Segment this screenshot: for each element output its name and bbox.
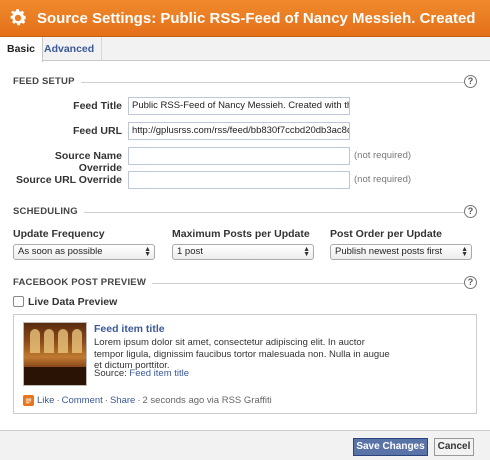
max-posts-value: 1 post	[177, 246, 203, 257]
separator: ·	[137, 395, 141, 406]
divider	[13, 82, 472, 83]
source-url-note: (not required)	[354, 174, 412, 185]
max-posts-label: Maximum Posts per Update	[172, 228, 310, 240]
update-frequency-value: As soon as possible	[18, 246, 103, 257]
thumbnail-detail	[24, 367, 86, 385]
like-link[interactable]: Like	[37, 395, 54, 406]
help-icon[interactable]: ?	[464, 75, 477, 88]
feed-url-input[interactable]: http://gplusrss.com/rss/feed/bb830f7ccbd…	[128, 122, 350, 140]
select-arrows-icon: ▲ ▼	[303, 246, 310, 258]
separator: ·	[56, 395, 60, 406]
source-url-override-label: Source URL Override	[15, 174, 122, 186]
feed-url-label: Feed URL	[72, 125, 122, 137]
scheduling-header: SCHEDULING ?	[0, 205, 490, 219]
scheduling-heading: SCHEDULING	[13, 205, 84, 219]
post-preview-card: Feed item title Lorem ipsum dolor sit am…	[13, 314, 477, 414]
save-changes-button[interactable]: Save Changes	[353, 438, 428, 456]
post-title-link[interactable]: Feed item title	[94, 323, 165, 335]
select-arrows-icon: ▲ ▼	[144, 246, 151, 258]
post-source-prefix: Source:	[94, 368, 130, 379]
post-preview-header: FACEBOOK POST PREVIEW ?	[0, 276, 490, 290]
source-name-note: (not required)	[354, 150, 412, 161]
comment-link[interactable]: Comment	[62, 395, 103, 406]
help-icon[interactable]: ?	[464, 205, 477, 218]
post-source: Source: Feed item title	[94, 368, 189, 379]
post-order-value: Publish newest posts first	[335, 246, 443, 257]
dialog-header: Source Settings: Public RSS-Feed of Nanc…	[0, 0, 490, 37]
cancel-button[interactable]: Cancel	[434, 438, 474, 456]
thumbnail-detail	[44, 329, 54, 353]
live-data-preview-label[interactable]: Live Data Preview	[28, 296, 117, 308]
dialog-footer: Save Changes Cancel	[0, 430, 490, 460]
separator: ·	[104, 395, 108, 406]
feed-title-input[interactable]: Public RSS-Feed of Nancy Messieh. Create…	[128, 97, 350, 115]
tab-bar: Basic Advanced	[0, 37, 490, 62]
post-actions: Like · Comment · Share · 2 seconds ago v…	[23, 395, 272, 406]
share-link[interactable]: Share	[110, 395, 135, 406]
source-name-override-label: Source Name Override	[54, 150, 122, 174]
source-name-override-input[interactable]	[128, 147, 350, 165]
thumbnail-detail	[58, 329, 68, 353]
select-arrows-icon: ▲ ▼	[461, 246, 468, 258]
gear-icon	[10, 9, 27, 26]
live-data-preview-checkbox[interactable]	[13, 296, 24, 307]
feed-setup-header: FEED SETUP ?	[0, 75, 490, 89]
post-order-label: Post Order per Update	[330, 228, 443, 240]
post-timestamp: 2 seconds ago via RSS Graffiti	[142, 395, 272, 406]
post-preview-heading: FACEBOOK POST PREVIEW	[13, 276, 152, 290]
post-thumbnail	[23, 322, 87, 386]
thumbnail-detail	[30, 329, 40, 353]
rss-graffiti-icon	[23, 395, 34, 406]
help-icon[interactable]: ?	[464, 276, 477, 289]
feed-title-label: Feed Title	[73, 100, 122, 112]
tab-advanced[interactable]: Advanced	[37, 37, 103, 61]
post-order-select[interactable]: Publish newest posts first ▲ ▼	[330, 244, 472, 260]
source-url-override-input[interactable]	[128, 171, 350, 189]
post-source-link[interactable]: Feed item title	[129, 368, 189, 379]
update-frequency-select[interactable]: As soon as possible ▲ ▼	[13, 244, 155, 260]
feed-setup-heading: FEED SETUP	[13, 75, 81, 89]
thumbnail-detail	[72, 329, 82, 353]
max-posts-select[interactable]: 1 post ▲ ▼	[172, 244, 314, 260]
dialog-title: Source Settings: Public RSS-Feed of Nanc…	[37, 9, 476, 27]
update-frequency-label: Update Frequency	[13, 228, 105, 240]
post-body-text: Lorem ipsum dolor sit amet, consectetur …	[94, 337, 390, 371]
